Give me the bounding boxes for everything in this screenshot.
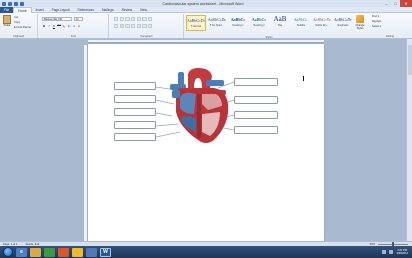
app-icon[interactable]	[86, 247, 97, 257]
subscript-button[interactable]: x₂	[62, 24, 66, 28]
editing-group: Find ▾ Replace Select ▾ Editing	[370, 14, 410, 38]
change-styles-button[interactable]: Change Styles	[353, 15, 367, 35]
label-box[interactable]	[114, 133, 156, 141]
copy-button[interactable]: Copy	[14, 21, 20, 24]
zoom-slider[interactable]	[378, 242, 408, 247]
scroll-thumb[interactable]	[408, 45, 412, 75]
vertical-scrollbar[interactable]	[406, 39, 412, 243]
taskbar: e W 2:21 PM 4/30/2014	[0, 246, 412, 258]
font-name-box[interactable]: Baskerville Old	[42, 17, 72, 21]
start-button[interactable]	[3, 247, 13, 257]
clipboard-label: Clipboard	[12, 35, 25, 38]
style-normal[interactable]: AaBbCcDc ¶ Normal	[186, 15, 206, 31]
style-heading-2[interactable]: AaBbCc Heading 2	[249, 15, 269, 31]
style-heading-1[interactable]: AaBbCc Heading 1	[228, 15, 248, 31]
paragraph-group: Paragraph	[110, 14, 184, 38]
tab-page-layout[interactable]: Page Layout	[48, 7, 74, 13]
font-size-box[interactable]: 11	[74, 17, 83, 21]
window-title: Cardiovascular system worksheet - Micros…	[162, 1, 244, 6]
select-button[interactable]: Select ▾	[372, 25, 381, 28]
style-title[interactable]: AaB Title	[270, 15, 290, 31]
tab-review[interactable]: Review	[118, 7, 136, 13]
line-spacing-icon[interactable]	[136, 24, 141, 28]
bold-button[interactable]: B	[42, 24, 46, 28]
tab-view[interactable]: View	[136, 7, 151, 13]
close-button[interactable]: ✕	[400, 0, 412, 7]
paragraph-label: Paragraph	[140, 35, 153, 38]
label-box[interactable]	[234, 78, 278, 86]
chrome-icon[interactable]	[72, 247, 83, 257]
font-color-button[interactable]: A	[77, 24, 81, 28]
paste-icon	[3, 15, 11, 24]
explorer-icon[interactable]	[30, 247, 41, 257]
firefox-icon[interactable]	[58, 247, 69, 257]
undo-icon[interactable]	[14, 1, 18, 6]
save-icon[interactable]	[8, 1, 12, 6]
quick-access-toolbar	[0, 1, 24, 6]
underline-button[interactable]: U	[52, 24, 56, 28]
tab-mailings[interactable]: Mailings	[98, 7, 118, 13]
horizontal-ruler	[88, 40, 324, 43]
system-tray: 2:21 PM 4/30/2014	[382, 249, 412, 255]
network-icon[interactable]	[382, 250, 387, 254]
media-player-icon[interactable]	[44, 247, 55, 257]
tab-references[interactable]: References	[74, 7, 98, 13]
italic-button[interactable]: I	[47, 24, 51, 28]
style-emphasis[interactable]: AaBbCcDc Emphasis	[333, 15, 353, 31]
ie-icon[interactable]: e	[16, 247, 27, 257]
minimize-button[interactable]: –	[382, 0, 391, 7]
label-box[interactable]	[234, 111, 278, 119]
align-center-icon[interactable]	[119, 24, 124, 28]
style-subtitle[interactable]: AaBbCc. Subtitle	[291, 15, 311, 31]
font-group: Baskerville Old 11 B I U abc x₂ x² A A F…	[39, 14, 109, 38]
borders-icon[interactable]	[148, 24, 153, 28]
format-painter-button[interactable]: Format Painter	[14, 26, 31, 29]
bullets-icon[interactable]	[114, 17, 119, 21]
word-taskbar-icon[interactable]: W	[100, 247, 111, 257]
multilevel-list-icon[interactable]	[125, 17, 130, 21]
tab-file[interactable]: File	[0, 6, 14, 13]
sort-icon[interactable]	[142, 17, 147, 21]
shading-icon[interactable]	[142, 24, 147, 28]
ribbon-home: Paste Cut Copy Format Painter Clipboard …	[0, 13, 412, 39]
maximize-button[interactable]: □	[391, 0, 400, 7]
paste-button[interactable]: Paste	[2, 15, 12, 28]
replace-button[interactable]: Replace	[372, 20, 382, 23]
label-box[interactable]	[234, 126, 278, 134]
label-box[interactable]	[114, 82, 156, 90]
volume-icon[interactable]	[389, 250, 394, 254]
align-left-icon[interactable]	[114, 24, 119, 28]
styles-gallery: AaBbCcDc ¶ Normal AaBbCcDc ¶ No Spaci...…	[185, 14, 353, 39]
label-box[interactable]	[114, 121, 156, 129]
tab-home[interactable]: Home	[13, 6, 32, 13]
superscript-button[interactable]: x²	[67, 24, 71, 28]
label-box[interactable]	[234, 96, 278, 104]
decrease-indent-icon[interactable]	[131, 17, 136, 21]
label-box[interactable]	[114, 95, 156, 103]
cut-button[interactable]: Cut	[14, 16, 18, 19]
strikethrough-button[interactable]: abc	[57, 24, 61, 28]
text-highlight-button[interactable]: A	[72, 24, 76, 28]
style-subtle-emphasis[interactable]: AaBbCcDc Subtle Em...	[312, 15, 332, 31]
word-logo-icon	[2, 1, 6, 6]
find-button[interactable]: Find ▾	[372, 15, 379, 18]
text-cursor	[303, 76, 304, 81]
font-label: Font	[70, 35, 77, 38]
show-marks-icon[interactable]	[148, 17, 153, 21]
increase-indent-icon[interactable]	[136, 17, 141, 21]
heart-diagram	[110, 66, 282, 150]
align-right-icon[interactable]	[125, 24, 130, 28]
vertical-ruler	[84, 45, 87, 241]
style-no-spacing[interactable]: AaBbCcDc ¶ No Spaci...	[207, 15, 227, 31]
tab-insert[interactable]: Insert	[32, 7, 48, 13]
clipboard-group: Paste Cut Copy Format Painter Clipboard	[0, 14, 38, 38]
label-box[interactable]	[114, 108, 156, 116]
editing-label: Editing	[386, 35, 394, 38]
numbering-icon[interactable]	[119, 17, 124, 21]
justify-icon[interactable]	[131, 24, 136, 28]
change-styles-icon	[356, 15, 364, 23]
clock[interactable]: 2:21 PM 4/30/2014	[396, 249, 408, 255]
